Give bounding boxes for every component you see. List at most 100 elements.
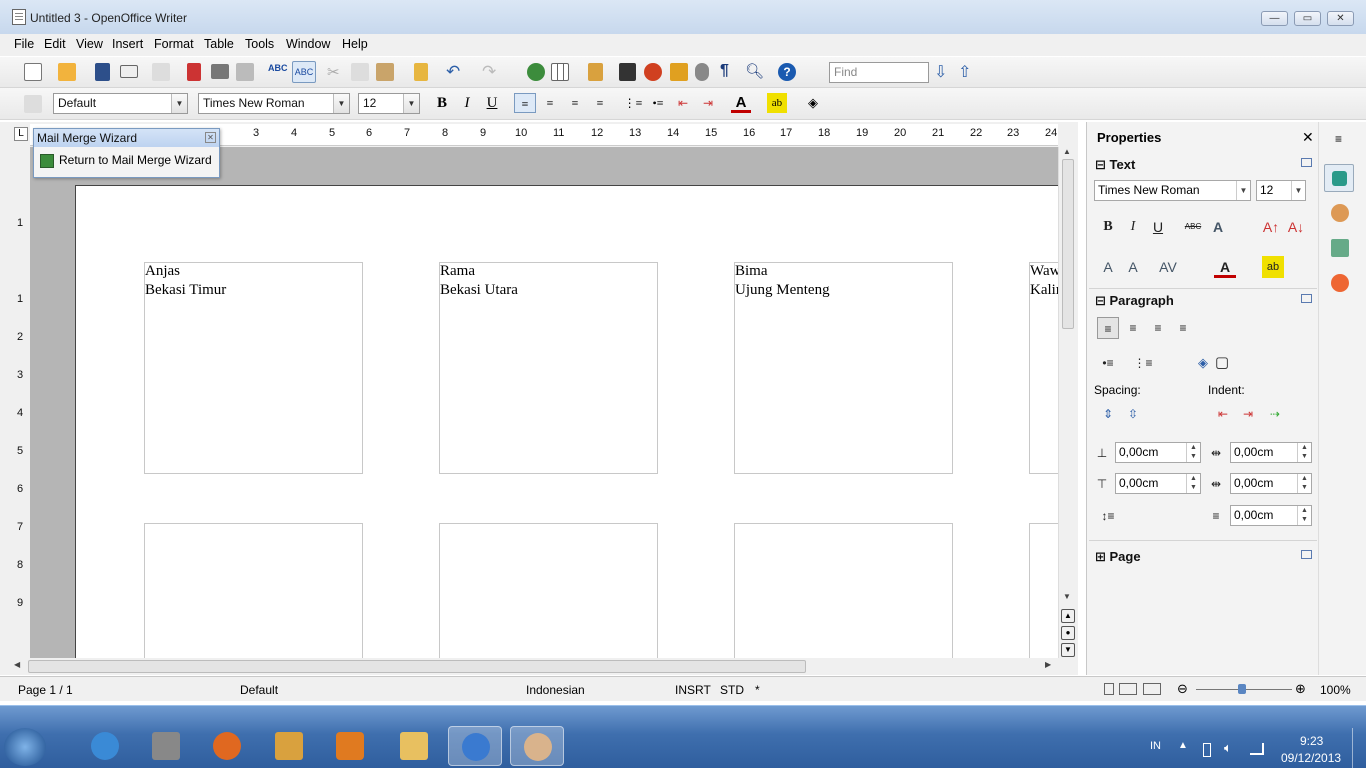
taskbar-computer[interactable]	[139, 726, 193, 766]
stepper-icon[interactable]: ▲ ▼	[1297, 506, 1311, 525]
find-next-icon[interactable]: ⇩	[934, 62, 952, 81]
language-status[interactable]: Indonesian	[526, 683, 585, 697]
scroll-left-icon[interactable]: ◀	[14, 660, 20, 669]
horizontal-scrollbar[interactable]: ◀ ▶	[10, 658, 1058, 675]
taskbar-paint[interactable]	[510, 726, 564, 766]
zoom-icon[interactable]: 🔍︎	[745, 62, 764, 80]
label-cell[interactable]	[1029, 523, 1058, 658]
insert-mode[interactable]: INSRT	[675, 683, 711, 697]
show-desktop-button[interactable]	[1352, 728, 1366, 768]
close-icon[interactable]: ✕	[205, 132, 216, 143]
zoom-in-icon[interactable]: ⊕	[1295, 681, 1306, 697]
navigator-deck-icon[interactable]	[1331, 274, 1349, 292]
edit-file-icon[interactable]	[152, 63, 170, 81]
chevron-down-icon[interactable]: ▼	[1291, 181, 1305, 200]
page-section-header[interactable]: ⊞ Page	[1095, 549, 1141, 565]
indent-after-field[interactable]: 0,00cm ▲ ▼	[1230, 473, 1312, 494]
zoom-level[interactable]: 100%	[1320, 683, 1351, 697]
font-color-button[interactable]: A	[731, 93, 751, 113]
page-preview-icon[interactable]	[236, 63, 254, 81]
underline-button[interactable]: U	[482, 93, 502, 113]
strikethrough-button[interactable]: ABC	[1182, 216, 1204, 238]
text-section-header[interactable]: ⊟ Text	[1095, 157, 1135, 173]
minimize-button[interactable]: —	[1261, 11, 1288, 26]
close-window-button[interactable]: ✕	[1327, 11, 1354, 26]
horizontal-scroll-thumb[interactable]	[28, 660, 806, 673]
close-sidebar-icon[interactable]: ✕	[1302, 129, 1314, 146]
sidebar-menu-icon[interactable]: ≡	[1335, 132, 1342, 146]
find-previous-icon[interactable]: ⇧	[958, 62, 976, 81]
stepper-icon[interactable]: ▲ ▼	[1297, 443, 1311, 462]
writer-app-icon[interactable]	[12, 9, 26, 25]
spacing-below-field[interactable]: 0,00cm ▲ ▼	[1115, 473, 1201, 494]
email-icon[interactable]	[120, 65, 138, 78]
taskbar-openoffice-writer[interactable]	[448, 726, 502, 766]
hyperlink-icon[interactable]	[527, 63, 545, 81]
gallery-deck-icon[interactable]	[1331, 239, 1349, 257]
sidebar-bullets-icon[interactable]: •≡	[1097, 352, 1119, 374]
draw-functions-icon[interactable]	[588, 63, 603, 81]
menu-tools[interactable]: Tools	[245, 37, 274, 51]
sidebar-italic-button[interactable]: I	[1122, 216, 1144, 238]
sidebar-align-right[interactable]: ≡	[1147, 317, 1169, 339]
properties-deck-button[interactable]	[1324, 164, 1354, 192]
selection-mode[interactable]: STD	[720, 683, 744, 697]
sidebar-align-center[interactable]: ≡	[1122, 317, 1144, 339]
taskbar-ie[interactable]	[78, 726, 132, 766]
sidebar-decrease-indent[interactable]: ⇥	[1237, 403, 1259, 425]
menu-file[interactable]: File	[14, 37, 34, 51]
shadow-button[interactable]: A	[1207, 216, 1229, 238]
stepper-icon[interactable]: ▲ ▼	[1297, 474, 1311, 493]
justify-button[interactable]: ≡	[590, 93, 610, 113]
sidebar-font-name[interactable]: Times New Roman ▼	[1094, 180, 1251, 201]
paragraph-style-combo[interactable]: Default ▼	[53, 93, 188, 114]
return-to-mail-merge-button[interactable]: Return to Mail Merge Wizard	[59, 153, 212, 167]
paragraph-section-header[interactable]: ⊟ Paragraph	[1095, 293, 1174, 309]
taskbar-explorer-app[interactable]	[262, 726, 316, 766]
background-color-button[interactable]: ◈	[803, 93, 823, 113]
scroll-down-icon[interactable]: ▼	[1063, 592, 1071, 601]
border-icon[interactable]: ▢	[1211, 352, 1233, 374]
menu-insert[interactable]: Insert	[112, 37, 143, 51]
menu-table[interactable]: Table	[204, 37, 234, 51]
battery-icon[interactable]	[1203, 743, 1211, 757]
label-cell[interactable]	[439, 523, 658, 658]
chevron-down-icon[interactable]: ▼	[171, 94, 187, 113]
scroll-right-icon[interactable]: ▶	[1045, 660, 1051, 669]
decrease-spacing-icon[interactable]: ⇳	[1122, 403, 1144, 425]
clone-formatting-icon[interactable]	[414, 63, 428, 81]
bullets-button[interactable]: •≡	[648, 93, 668, 113]
taskbar-folder[interactable]	[387, 726, 441, 766]
sidebar-font-size[interactable]: 12 ▼	[1256, 180, 1306, 201]
maximize-button[interactable]: ▭	[1294, 11, 1321, 26]
styles-deck-icon[interactable]	[1331, 204, 1349, 222]
subscript-icon[interactable]: A	[1122, 256, 1144, 278]
increase-indent-button[interactable]: ⇥	[698, 93, 718, 113]
italic-button[interactable]: I	[457, 93, 477, 113]
align-left-button[interactable]: ≡	[514, 93, 536, 113]
redo-icon[interactable]: ↷	[482, 62, 500, 81]
stepper-icon[interactable]: ▲ ▼	[1186, 443, 1200, 462]
autospellcheck-icon[interactable]: ABC	[292, 61, 316, 83]
character-spacing-icon[interactable]: AV	[1157, 256, 1179, 278]
navigator-icon[interactable]	[644, 63, 662, 81]
help-icon[interactable]: ?	[778, 63, 796, 81]
taskbar-firefox[interactable]	[200, 726, 254, 766]
sidebar-align-left[interactable]: ≡	[1097, 317, 1119, 339]
chevron-down-icon[interactable]: ▼	[1236, 181, 1250, 200]
menu-help[interactable]: Help	[342, 37, 368, 51]
zoom-out-icon[interactable]: ⊖	[1177, 681, 1188, 697]
stepper-icon[interactable]: ▲ ▼	[1186, 474, 1200, 493]
clock-date[interactable]: 09/12/2013	[1281, 751, 1341, 765]
chevron-down-icon[interactable]: ▼	[403, 94, 419, 113]
book-view-icon[interactable]	[1143, 683, 1161, 695]
network-icon[interactable]	[1250, 743, 1264, 755]
start-button[interactable]	[4, 728, 46, 766]
vertical-scroll-thumb[interactable]	[1062, 159, 1074, 329]
align-center-button[interactable]: ≡	[540, 93, 560, 113]
single-page-view-icon[interactable]	[1104, 683, 1114, 695]
page-count[interactable]: Page 1 / 1	[18, 683, 73, 697]
indent-before-field[interactable]: 0,00cm ▲ ▼	[1230, 442, 1312, 463]
hanging-indent-icon[interactable]: ⇢	[1264, 403, 1286, 425]
table-icon[interactable]	[551, 63, 569, 81]
